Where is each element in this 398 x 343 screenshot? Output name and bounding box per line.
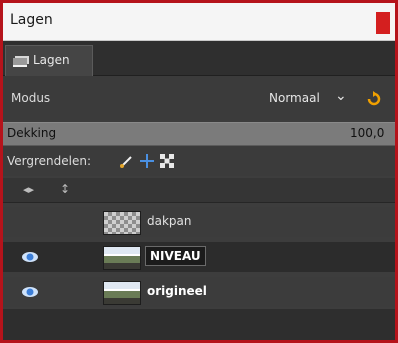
opacity-label: Dekking: [7, 126, 57, 140]
lock-row: Vergrendelen:: [3, 146, 395, 176]
window-title: Lagen: [10, 12, 53, 28]
layer-thumbnail: [103, 211, 141, 235]
visibility-column-icon[interactable]: ◂▸: [23, 183, 34, 196]
lock-label: Vergrendelen:: [7, 154, 92, 168]
opacity-value: 100,0: [350, 126, 385, 140]
close-icon[interactable]: [376, 12, 390, 34]
mode-row: Modus Normaal ⌄: [3, 76, 395, 120]
mode-value: Normaal: [269, 91, 320, 105]
lock-alpha-icon[interactable]: [159, 153, 175, 169]
layer-row-dakpan[interactable]: dakpan: [3, 207, 395, 237]
tab-strip: Lagen: [3, 41, 395, 76]
eye-icon[interactable]: [21, 285, 39, 299]
opacity-slider[interactable]: Dekking 100,0: [3, 122, 395, 146]
mode-label: Modus: [11, 91, 51, 105]
title-bar: Lagen: [3, 3, 395, 41]
layer-thumbnail: [103, 281, 141, 305]
chain-column-icon[interactable]: ↕: [60, 182, 70, 196]
lock-position-icon[interactable]: [139, 153, 155, 169]
layer-thumbnail: [103, 246, 141, 270]
layer-list-empty-area: [3, 309, 395, 340]
layer-name: origineel: [147, 284, 207, 298]
reset-mode-icon[interactable]: [365, 90, 383, 108]
layer-row-niveau[interactable]: NIVEAU: [3, 242, 395, 272]
mode-select[interactable]: Normaal ⌄: [265, 84, 355, 110]
layers-dialog: Lagen Lagen Modus Normaal ⌄ Dekking 100,…: [0, 0, 398, 343]
lock-pixels-icon[interactable]: [119, 153, 135, 169]
tab-label: Lagen: [33, 53, 70, 67]
layers-icon: [13, 56, 29, 67]
layer-name[interactable]: NIVEAU: [145, 246, 206, 266]
layer-list-header: ◂▸ ↕: [3, 178, 395, 203]
chevron-down-icon: ⌄: [335, 88, 347, 104]
layer-row-origineel[interactable]: origineel: [3, 277, 395, 307]
layer-name: dakpan: [147, 214, 192, 228]
tab-lagen[interactable]: Lagen: [5, 45, 93, 76]
eye-icon[interactable]: [21, 250, 39, 264]
